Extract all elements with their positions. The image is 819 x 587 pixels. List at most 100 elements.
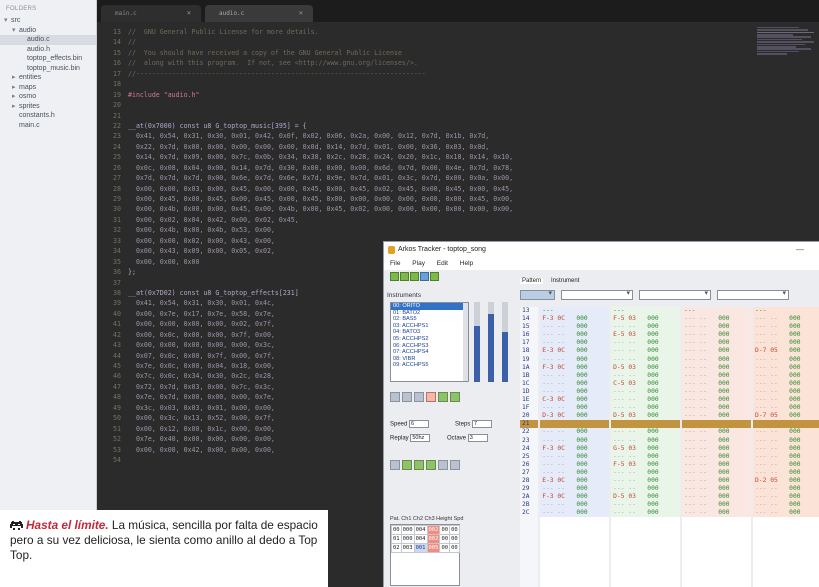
code-line[interactable]: 28 0x00, 0x00, 0x03, 0x00, 0x45, 0x00, 0… bbox=[97, 184, 819, 194]
pattern-cell[interactable]: --- -- 000 bbox=[611, 485, 681, 494]
speed-field[interactable]: Speed 6 bbox=[390, 420, 430, 428]
pattern-cell[interactable]: --- -- 000 bbox=[682, 476, 752, 486]
pattern-cell[interactable]: --- -- 000 bbox=[753, 387, 819, 397]
pattern-cell[interactable]: --- -- 000 bbox=[753, 468, 819, 477]
sidebar-item[interactable]: toptop_effects.bin bbox=[0, 54, 96, 64]
play-pattern-icon[interactable] bbox=[400, 272, 409, 281]
pattern-cell[interactable]: D-5 03 000 bbox=[611, 363, 681, 372]
pattern-cell[interactable]: C-5 03 000 bbox=[611, 379, 681, 388]
instrument-copy-icon[interactable] bbox=[402, 392, 412, 402]
code-line[interactable]: 18 bbox=[97, 79, 819, 89]
pattern-cell[interactable]: --- -- 000 bbox=[611, 476, 681, 486]
instrument-edit-icon[interactable] bbox=[438, 392, 448, 402]
code-text[interactable]: #include "audio.h" bbox=[128, 91, 199, 99]
delete-pattern-icon[interactable] bbox=[426, 460, 436, 470]
sidebar-item[interactable]: main.c bbox=[0, 121, 96, 131]
speed-input[interactable]: 6 bbox=[409, 420, 430, 428]
code-text[interactable]: 0x00, 0x7e, 0x17, 0x7e, 0x58, 0x7e, bbox=[128, 310, 275, 318]
pattern-cell[interactable]: D-5 03 000 bbox=[611, 493, 681, 502]
instrument-item[interactable]: 06: ACCHPS3 bbox=[391, 343, 468, 350]
pattern-cell[interactable]: --- -- 000 bbox=[540, 331, 610, 340]
pattern-cell[interactable]: --- -- 000 bbox=[753, 371, 819, 380]
code-text[interactable]: 0x7e, 0x7d, 0x00, 0x00, 0x00, 0x7e, bbox=[128, 393, 275, 401]
pattern-cell[interactable]: --- -- 000 bbox=[753, 404, 819, 413]
pattern-cell[interactable]: --- -- 000 bbox=[611, 355, 681, 364]
code-line[interactable]: 13 // GNU General Public License for more… bbox=[97, 27, 819, 37]
chevron-right-icon[interactable]: ▸ bbox=[12, 92, 19, 102]
sidebar-item[interactable]: toptop_music.bin bbox=[0, 64, 96, 74]
pattern-cell[interactable]: --- -- 000 bbox=[611, 387, 681, 397]
close-icon[interactable]: × bbox=[187, 9, 191, 17]
pattern-cell[interactable]: --- -- 000 bbox=[753, 396, 819, 405]
pattern-cell[interactable]: --- -- 000 bbox=[753, 460, 819, 469]
pattern-table-cell[interactable]: 001 bbox=[413, 543, 428, 553]
pattern-grid[interactable]: 13 14 15 16 17 18 19 1A 1B 1C 1D 1E 1F 20 21 22 23 24 25 26… bbox=[520, 307, 819, 587]
pattern-cell[interactable]: D-7 05 000 bbox=[753, 412, 819, 421]
instrument-item[interactable]: 05: ACCHPS2 bbox=[391, 336, 468, 343]
pattern-cell[interactable]: --- -- 000 bbox=[540, 339, 610, 348]
pattern-cell[interactable]: --- -- 000 bbox=[540, 501, 610, 510]
instrument-new-icon[interactable] bbox=[390, 392, 400, 402]
pattern-cell[interactable]: --- -- 000 bbox=[753, 315, 819, 324]
pattern-cell[interactable]: --- -- 000 bbox=[682, 468, 752, 477]
pattern-cell[interactable]: F-3 0C 000 bbox=[540, 363, 610, 372]
pattern-cell[interactable]: --- bbox=[611, 307, 681, 316]
octave-field[interactable]: Octave 3 bbox=[447, 434, 488, 442]
pattern-cell[interactable]: --- -- 000 bbox=[682, 355, 752, 364]
pattern-cell[interactable]: --- -- 000 bbox=[753, 509, 819, 518]
code-line[interactable]: 22 __at(0x7000) const u8 G_toptop_music[3… bbox=[97, 121, 819, 131]
pattern-cell[interactable]: --- -- 000 bbox=[540, 371, 610, 380]
code-line[interactable]: 21 bbox=[97, 111, 819, 121]
chevron-right-icon[interactable]: ▸ bbox=[12, 102, 19, 112]
instrument-item[interactable]: 07: ACCHPS4 bbox=[391, 349, 468, 356]
code-line[interactable]: 17 //------------------------------------… bbox=[97, 69, 819, 79]
minimap[interactable] bbox=[757, 26, 817, 76]
pattern-cell[interactable]: --- bbox=[753, 307, 819, 316]
pattern-cell[interactable]: --- -- 000 bbox=[753, 485, 819, 494]
pattern-cell[interactable]: G-5 03 000 bbox=[611, 444, 681, 453]
pattern-cell[interactable]: --- bbox=[540, 307, 610, 316]
pattern-table[interactable]: 00 000 004 002 00 00 01 000 004 002 00 00 02 003 001 00… bbox=[390, 524, 460, 586]
pattern-cell[interactable]: --- -- 000 bbox=[682, 387, 752, 397]
code-text[interactable]: 0x7e, 0x40, 0x00, 0x00, 0x00, 0x00, bbox=[128, 435, 275, 443]
code-text[interactable]: 0x00, 0x4b, 0x00, 0x4b, 0x53, 0x00, bbox=[128, 226, 275, 234]
pattern-table-cell[interactable]: 00 bbox=[449, 534, 460, 544]
pattern-table-cell[interactable]: 004 bbox=[413, 534, 428, 544]
pattern-cell[interactable]: --- -- 000 bbox=[611, 452, 681, 461]
pattern-table-cell[interactable]: 00 bbox=[449, 543, 460, 553]
pattern-cell[interactable]: --- -- 000 bbox=[611, 347, 681, 356]
pattern-cell[interactable] bbox=[682, 420, 752, 429]
pattern-cell[interactable]: --- -- 000 bbox=[540, 404, 610, 413]
pattern-cell[interactable]: --- -- 000 bbox=[682, 412, 752, 421]
pattern-table-cell[interactable]: 002 bbox=[426, 525, 441, 535]
pattern-cell[interactable]: --- -- 000 bbox=[682, 452, 752, 461]
pattern-cell[interactable]: --- -- 000 bbox=[611, 339, 681, 348]
pattern-cell[interactable]: --- -- 000 bbox=[753, 428, 819, 437]
pattern-cell[interactable]: --- -- 000 bbox=[682, 501, 752, 510]
code-text[interactable]: // along with this program. If not, see … bbox=[128, 59, 418, 67]
pattern-cell[interactable]: --- -- 000 bbox=[753, 339, 819, 348]
pattern-table-cell[interactable]: 003 bbox=[400, 543, 415, 553]
pattern-cell[interactable]: --- -- 000 bbox=[682, 331, 752, 340]
pattern-cell[interactable]: --- -- 000 bbox=[682, 339, 752, 348]
pattern-cell[interactable]: --- -- 000 bbox=[540, 387, 610, 397]
instrument-item[interactable]: 00: ORITO bbox=[391, 303, 468, 310]
pattern-options-icon[interactable] bbox=[450, 460, 460, 470]
code-text[interactable]: 0x00, 0x4b, 0x00, 0x00, 0x45, 0x00, 0x4b… bbox=[128, 205, 513, 213]
sidebar-item[interactable]: ▸ maps bbox=[0, 83, 96, 93]
pattern-cell[interactable]: D-2 05 000 bbox=[753, 476, 819, 486]
instrument-delete-icon[interactable] bbox=[426, 392, 436, 402]
pattern-cell[interactable]: --- -- 000 bbox=[682, 363, 752, 372]
steps-input[interactable]: 7 bbox=[472, 420, 493, 428]
replay-select[interactable]: 50hz bbox=[410, 434, 431, 442]
arkos-tracker-window[interactable]: Arkos Tracker - toptop_song — File Play … bbox=[383, 241, 819, 587]
code-text[interactable]: // GNU General Public License for more d… bbox=[128, 28, 319, 36]
pattern-table-cell[interactable]: 00 bbox=[439, 534, 451, 544]
pattern-cell[interactable]: --- -- 000 bbox=[682, 493, 752, 502]
close-icon[interactable]: × bbox=[299, 9, 303, 17]
pattern-cell[interactable]: --- -- 000 bbox=[540, 468, 610, 477]
instrument-item[interactable]: 01: BATO2 bbox=[391, 310, 468, 317]
code-text[interactable]: 0x00, 0x45, 0x00, 0x45, 0x00, 0x45, 0x00… bbox=[128, 195, 513, 203]
code-text[interactable]: 0x00, 0x00, 0x00 bbox=[128, 258, 200, 266]
code-text[interactable]: 0x00, 0x02, 0x04, 0x42, 0x00, 0x02, 0x45… bbox=[128, 216, 299, 224]
